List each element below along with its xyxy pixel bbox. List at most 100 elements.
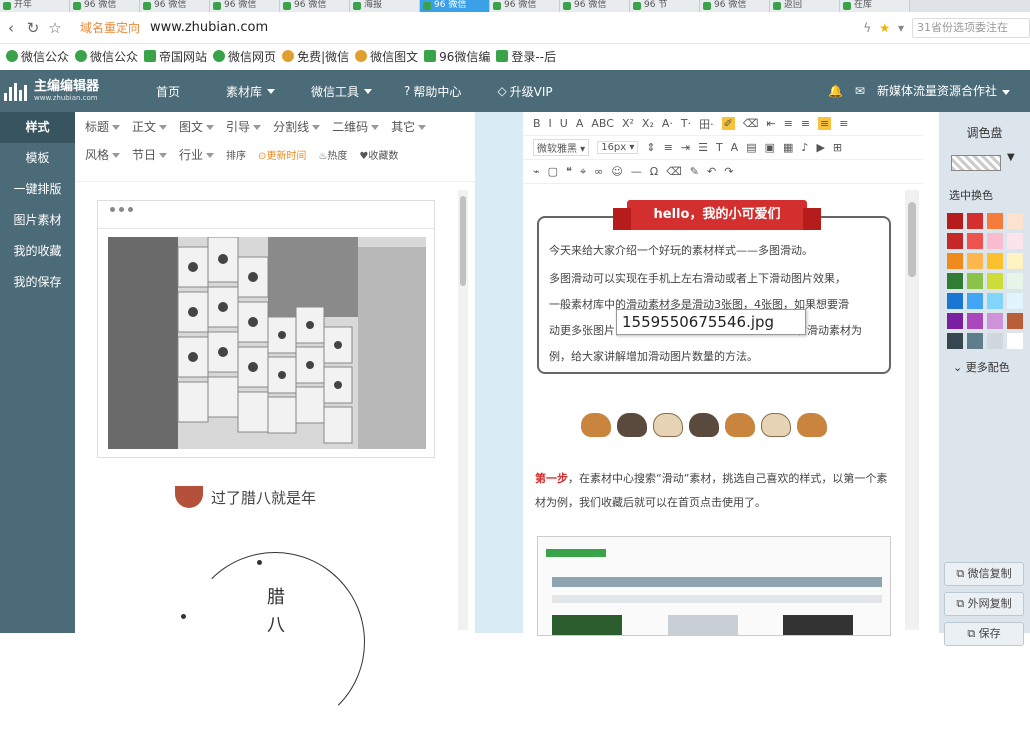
color-swatch[interactable] [967,213,983,229]
format-button[interactable]: 田· [699,116,714,132]
color-swatch[interactable] [947,233,963,249]
save-button[interactable]: ⧉ 保存 [944,622,1024,646]
browser-tab[interactable]: 在库 [840,0,910,12]
scroll-thumb[interactable] [460,196,466,286]
format-button[interactable]: X² [622,117,634,130]
browser-tab[interactable]: 96 节 [630,0,700,12]
color-swatch[interactable] [947,273,963,289]
category-filter[interactable]: 二维码 [332,118,380,135]
format-button[interactable]: A [576,117,584,130]
format-button[interactable]: I [549,117,552,130]
browser-tab[interactable]: 96 微信 [140,0,210,12]
category-filter[interactable]: 标题 [85,118,121,135]
align-right-icon[interactable]: ≡ [818,117,832,130]
gallery-icon[interactable]: ▦ [783,141,793,154]
flash-icon[interactable]: ϟ [863,21,871,35]
color-picker[interactable] [951,155,1001,171]
color-swatch[interactable] [947,313,963,329]
article-intro-box[interactable]: hello，我的小可爱们 今天来给大家介绍一个好玩的素材样式——多图滑动。 多图… [537,200,891,374]
color-swatch[interactable] [987,313,1003,329]
browser-tab[interactable]: 96 微信 [700,0,770,12]
color-swatch[interactable] [1007,213,1023,229]
color-swatch[interactable] [1007,293,1023,309]
bookmark-item[interactable]: 96微信编 [424,48,490,65]
format-button[interactable]: T· [681,117,691,130]
back-icon[interactable]: ‹ [0,19,22,37]
browser-tab[interactable]: 96 微信 [560,0,630,12]
video-icon[interactable]: ▶ [816,141,824,154]
favorite-star-icon[interactable]: ☆ [44,19,66,37]
brush-icon[interactable]: ✎ [690,165,699,178]
mail-icon[interactable]: ✉ [855,84,865,98]
nav-home[interactable]: 首页 [156,83,180,100]
bookmark-item[interactable]: 微信公众 [6,48,69,65]
clear-icon[interactable]: ⌫ [666,165,682,178]
format-button[interactable]: B [533,117,541,130]
font-family-select[interactable]: 微软雅黑 ▾ [533,139,590,156]
bookmark-item[interactable]: 微信公众 [75,48,138,65]
material-scrollbar[interactable] [458,190,468,630]
template-icon[interactable]: ▢ [548,165,558,178]
refresh-icon[interactable]: ↻ [22,19,44,37]
quote-icon[interactable]: ❝ [566,165,572,178]
color-swatch[interactable] [1007,253,1023,269]
color-swatch[interactable] [967,333,983,349]
color-swatch[interactable] [947,253,963,269]
chevron-down-icon[interactable]: ▼ [1007,152,1015,163]
nav-material-library[interactable]: 素材库 [226,83,276,100]
external-copy-button[interactable]: ⧉ 外网复制 [944,592,1024,616]
account-menu[interactable]: 新媒体流量资源合作社 [877,82,1010,99]
browser-tab[interactable]: 96 微信 [280,0,350,12]
code-icon[interactable]: ⌁ [533,165,540,178]
nav-upgrade-vip[interactable]: ◇ 升级VIP [497,83,552,100]
bookmark-item[interactable]: 微信图文 [355,48,418,65]
color-swatch[interactable] [967,313,983,329]
color-swatch[interactable] [1007,313,1023,329]
format-button[interactable]: U [560,117,568,130]
redo-icon[interactable]: ↷ [724,165,733,178]
align-justify-icon[interactable]: ≡ [839,117,848,130]
list-icon[interactable]: ☰ [698,141,708,154]
dropdown-icon[interactable]: ▾ [898,21,904,35]
undo-icon[interactable]: ↶ [707,165,716,178]
align-center-icon[interactable]: ≡ [801,117,810,130]
sidebar-item[interactable]: 样式 [0,112,75,143]
sidebar-item[interactable]: 图片素材 [0,205,75,236]
more-colors-link[interactable]: ⌄ 更多配色 [953,359,1030,375]
format-button[interactable]: X₂ [642,117,654,130]
table-icon[interactable]: ⊞ [833,141,842,154]
scroll-thumb[interactable] [908,202,916,277]
sidebar-item[interactable]: 模板 [0,143,75,174]
border-icon[interactable]: ▤ [746,141,756,154]
text-color-icon[interactable]: A [731,141,739,154]
sort-newest[interactable]: ⊙更新时间 [258,147,306,162]
align-icon[interactable]: ≡ [664,141,673,154]
text-icon[interactable]: T [716,141,723,154]
sort-favorites[interactable]: ♥收藏数 [359,147,398,162]
color-swatch[interactable] [967,233,983,249]
color-swatch[interactable] [987,233,1003,249]
bookmark-item[interactable]: 帝国网站 [144,48,207,65]
category-filter[interactable]: 图文 [179,118,215,135]
omega-icon[interactable]: Ω [650,165,658,178]
hr-icon[interactable]: — [631,165,642,178]
sidebar-item[interactable]: 我的保存 [0,267,75,298]
browser-tab[interactable]: 海报 [350,0,420,12]
browser-search-input[interactable]: 31省份选项委注在 [912,18,1030,38]
category-filter[interactable]: 其它 [391,118,427,135]
browser-tab[interactable]: 开年 [0,0,70,12]
color-swatch[interactable] [947,333,963,349]
browser-tab[interactable]: 96 微信 [420,0,490,12]
material-card-image[interactable] [97,200,435,458]
bookmark-item[interactable]: 免费|微信 [282,48,349,65]
link-icon[interactable]: ∞ [594,165,603,178]
sort-hot[interactable]: ♨热度 [318,147,347,162]
color-swatch[interactable] [967,253,983,269]
align-left-icon[interactable]: ≡ [784,117,793,130]
sidebar-item[interactable]: 一键排版 [0,174,75,205]
color-swatch[interactable] [1007,273,1023,289]
logo[interactable]: 主编编辑器 www.zhubian.com [4,80,134,102]
color-swatch[interactable] [987,213,1003,229]
color-swatch[interactable] [947,293,963,309]
material-card-laba[interactable]: 过了腊八就是年 [175,486,316,508]
